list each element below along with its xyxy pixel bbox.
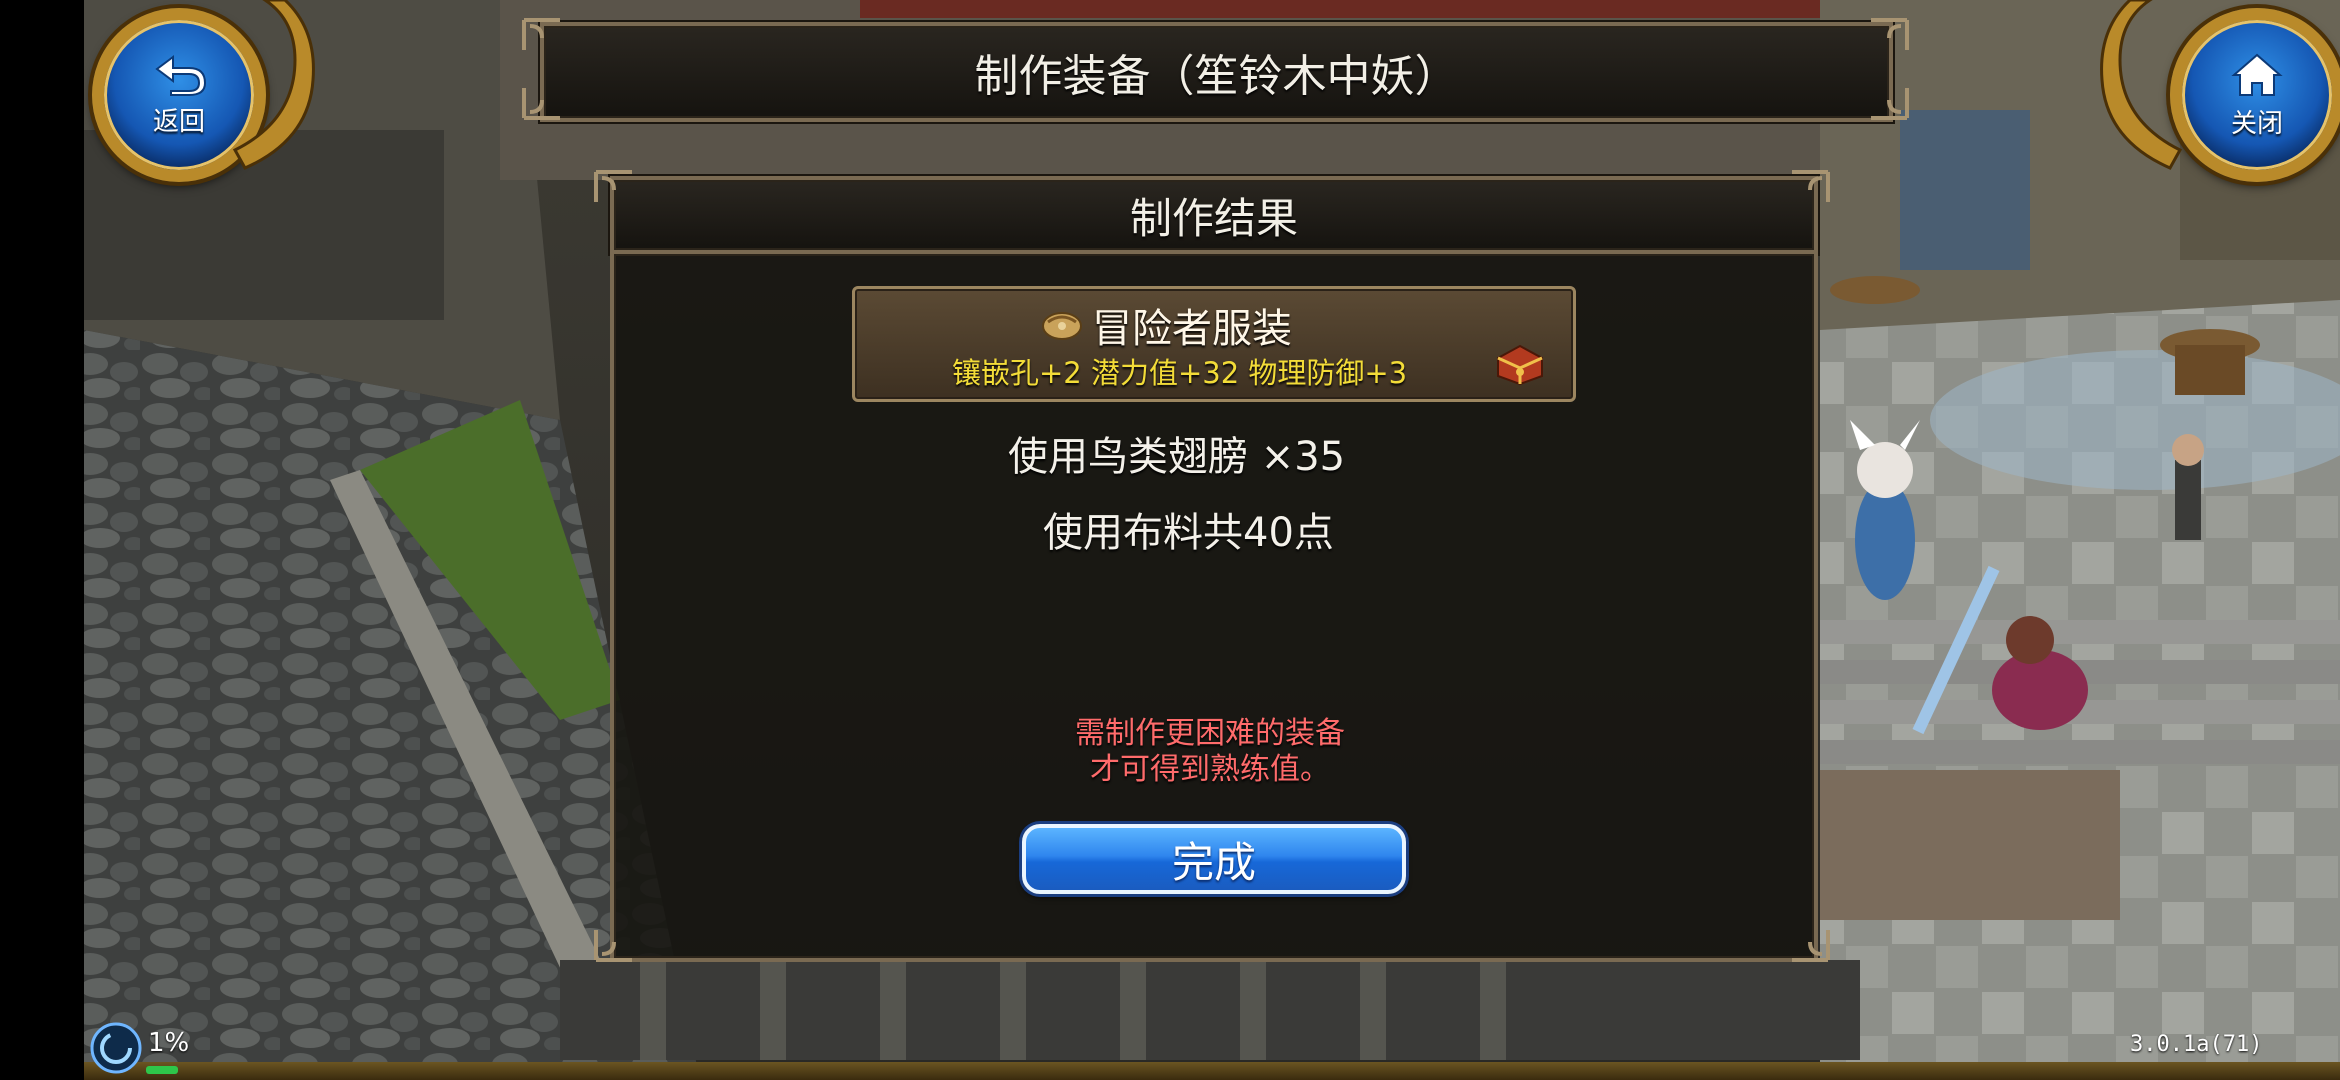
- back-arrow-icon: [155, 54, 207, 96]
- close-button-label: 关闭: [2230, 108, 2283, 139]
- result-panel-title: 制作结果: [1129, 193, 1298, 243]
- title-corner-ornament-tr: [1871, 18, 1909, 50]
- result-panel-title-bar: 制作结果: [610, 176, 1818, 254]
- left-screen-edge: [0, 0, 84, 1080]
- home-icon: [2231, 53, 2283, 96]
- back-button-label: 返回: [152, 106, 205, 137]
- title-corner-ornament-tl: [522, 18, 560, 50]
- usage-line-wings: 使用鸟类翅膀 ×35: [1008, 434, 1346, 480]
- panel-corner-ornament-tl: [594, 170, 632, 202]
- loading-orb-icon: [90, 1022, 142, 1074]
- bottom-status-bar: [84, 1062, 2340, 1080]
- panel-corner-ornament-tr: [1792, 170, 1830, 202]
- loading-percent: 1%: [148, 1028, 190, 1058]
- close-button[interactable]: 关闭: [2170, 8, 2340, 182]
- warning-line-2: 才可得到熟练值。: [1090, 752, 1330, 787]
- game-screen: 返回 关闭 制作装备（笙铃木中妖） 制作结果 冒险者服装 镶嵌孔+2 潜力值+3…: [0, 0, 2340, 1080]
- close-button-ornament: [2100, 0, 2183, 170]
- window-title: 制作装备（笙铃木中妖）: [974, 51, 1459, 102]
- proficiency-warning: 需制作更困难的装备 才可得到熟练值。: [960, 716, 1460, 788]
- treasure-chest-icon: [1497, 344, 1543, 386]
- panel-corner-ornament-br: [1792, 930, 1830, 962]
- item-bundle-icon: [1042, 312, 1082, 340]
- loading-progress-bar: [146, 1066, 178, 1074]
- title-corner-ornament-bl: [522, 88, 560, 120]
- panel-corner-ornament-bl: [594, 930, 632, 962]
- version-label: 3.0.1a(71): [2130, 1032, 2263, 1057]
- warning-line-1: 需制作更困难的装备: [1075, 716, 1345, 751]
- done-button-label: 完成: [1171, 837, 1256, 887]
- done-button[interactable]: 完成: [1022, 824, 1406, 894]
- usage-line-cloth: 使用布料共40点: [1043, 510, 1334, 556]
- window-title-bar: 制作装备（笙铃木中妖）: [540, 22, 1893, 122]
- crafted-item-stats: 镶嵌孔+2 潜力值+32 物理防御+3: [952, 356, 1408, 390]
- crafted-item-name: 冒险者服装: [1092, 306, 1292, 352]
- title-corner-ornament-br: [1871, 88, 1909, 120]
- back-button-ornament: [232, 0, 315, 170]
